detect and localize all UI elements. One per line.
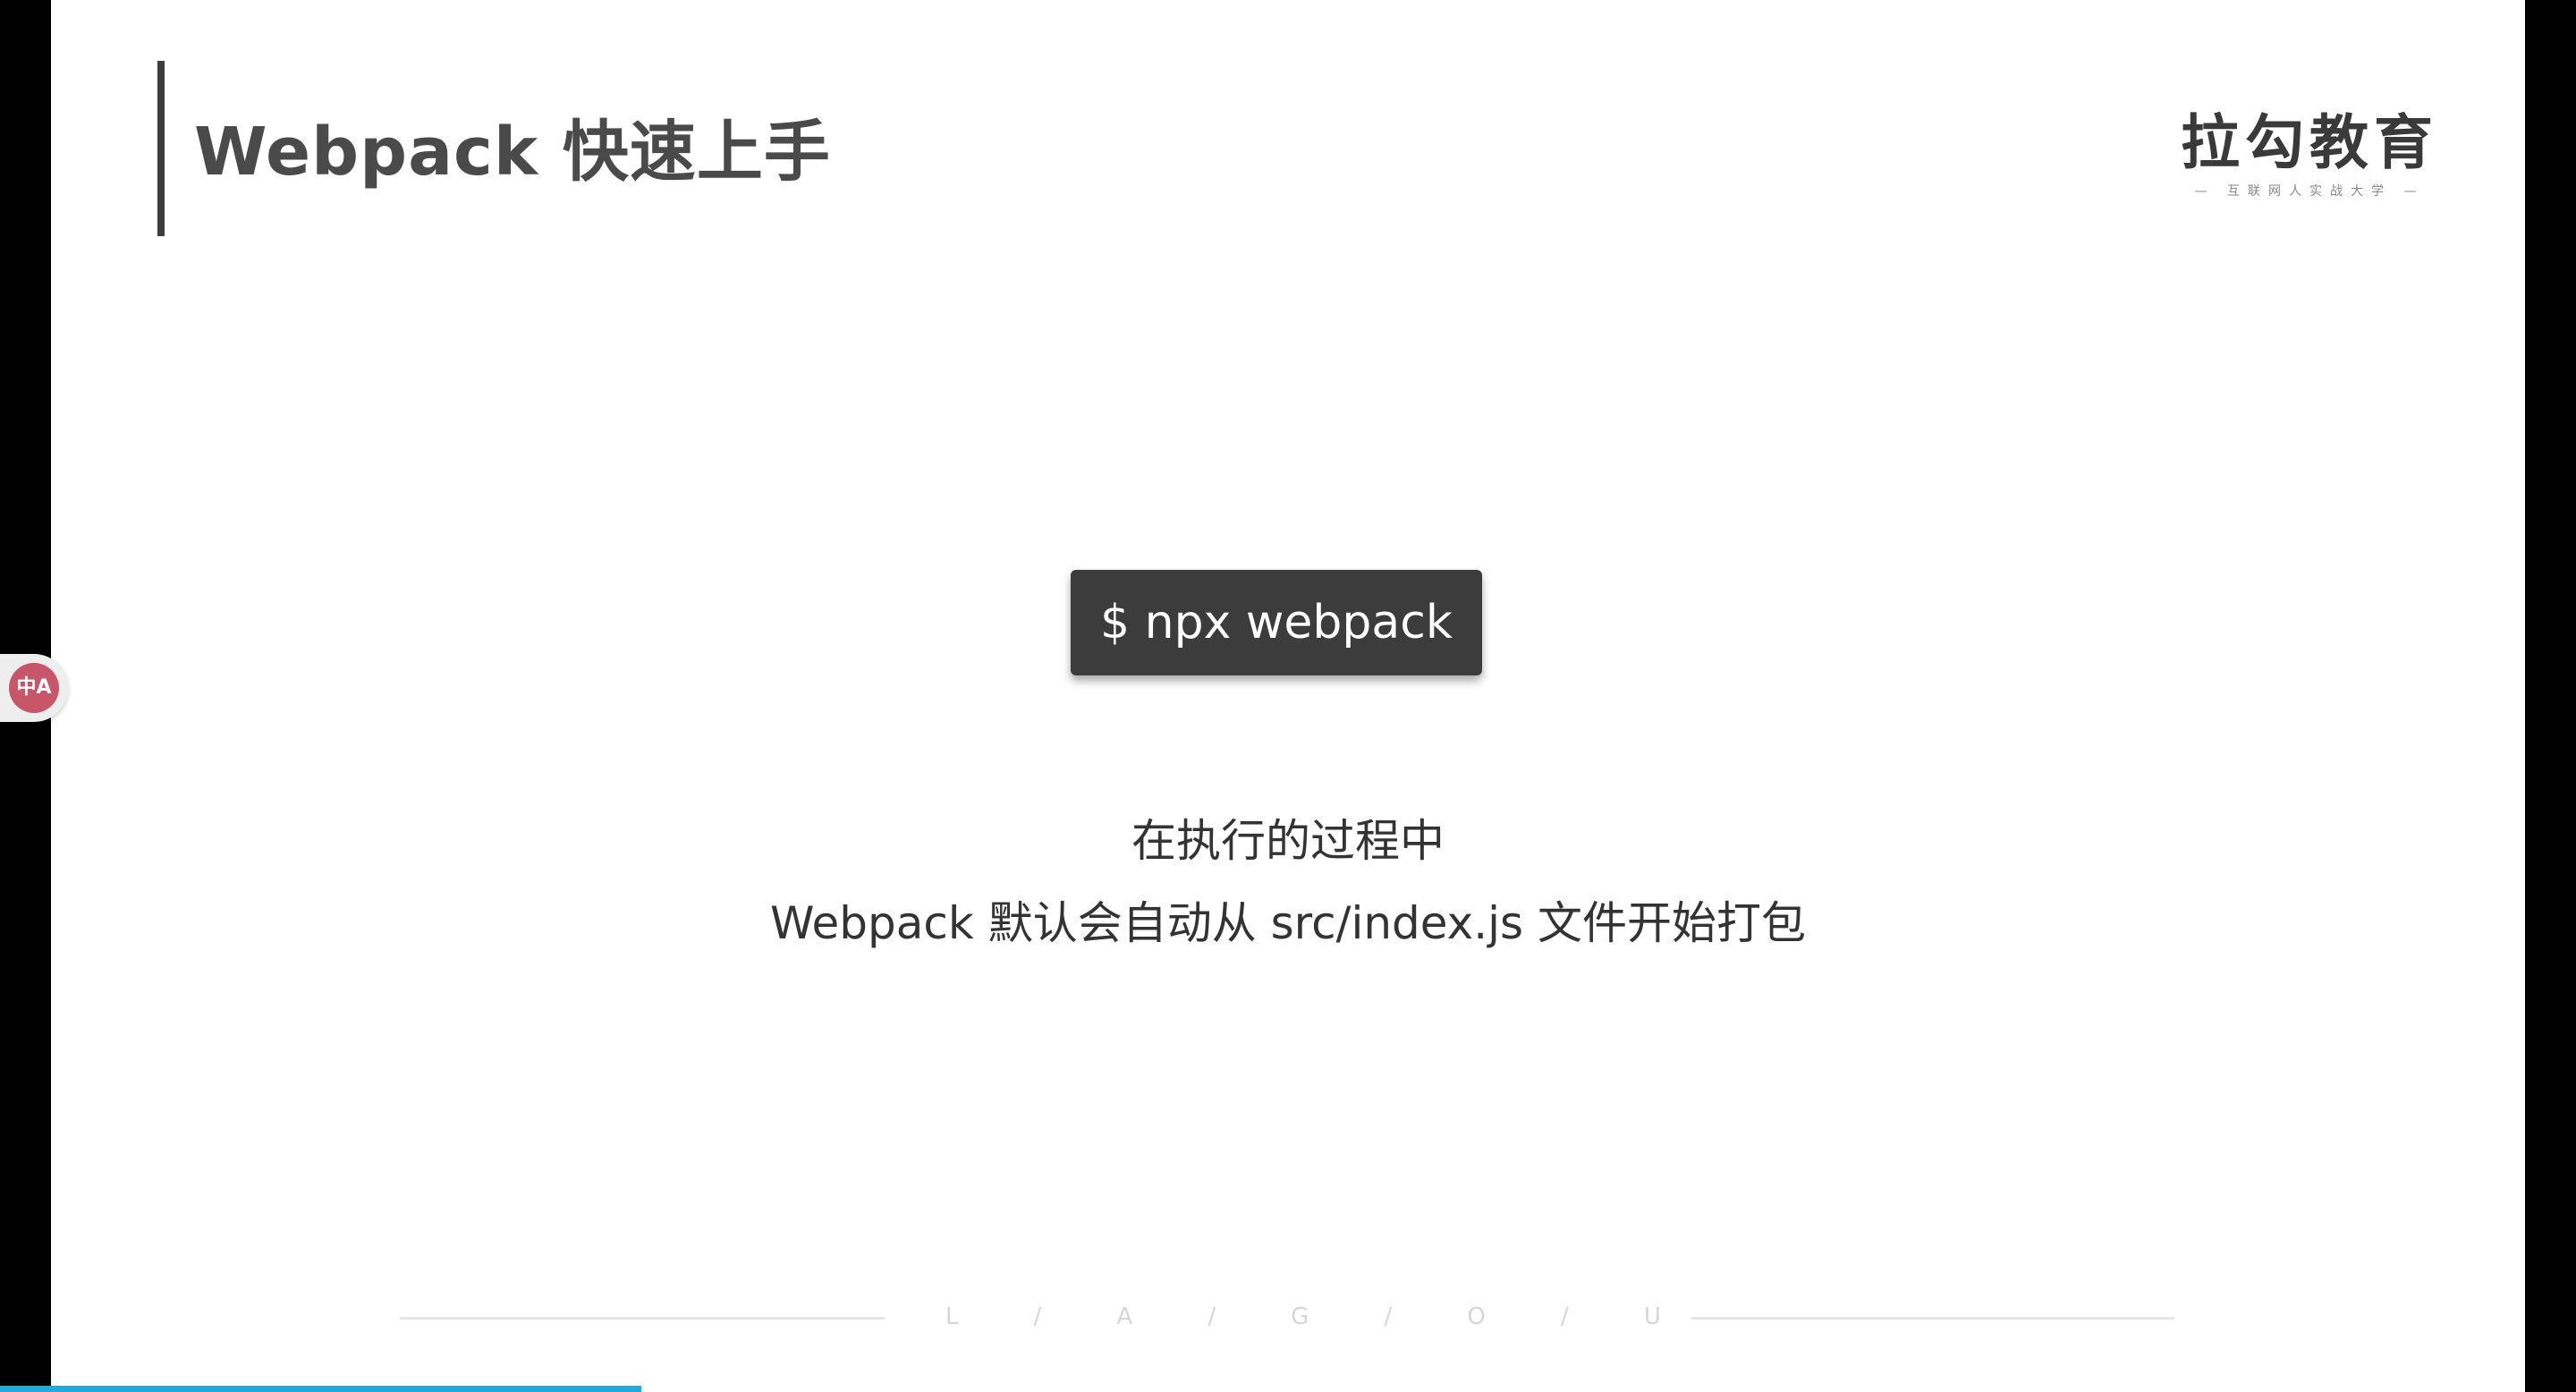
description-line-2: Webpack 默认会自动从 src/index.js 文件开始打包 [770, 897, 1806, 949]
brand-logo-text: 拉勾教育 [2181, 108, 2438, 177]
footer-separator: / [1033, 1303, 1042, 1330]
footer-separator: / [1560, 1303, 1569, 1330]
footer-separator: / [1384, 1303, 1393, 1330]
slide-title: Webpack 快速上手 [194, 114, 831, 191]
playback-progress-bar[interactable] [0, 1386, 2576, 1392]
translate-icon: 中A [9, 663, 59, 713]
footer-letter: L [945, 1303, 959, 1330]
title-accent-bar [157, 61, 165, 236]
footer-letter: A [1116, 1303, 1133, 1330]
brand-logo: 拉勾教育 — 互联网人实战大学 — [2180, 107, 2439, 206]
description-line-1: 在执行的过程中 [1131, 815, 1445, 867]
footer-separator: / [1208, 1303, 1216, 1330]
translate-button[interactable]: 中A [0, 654, 68, 722]
playback-progress-fill [0, 1386, 641, 1392]
brand-logo-tagline: — 互联网人实战大学 — [2194, 184, 2425, 199]
footer-letter: O [1467, 1303, 1486, 1330]
letterbox-right [2525, 0, 2576, 1392]
footer-letter: U [1643, 1303, 1661, 1330]
footer-divider-left [400, 1317, 885, 1320]
slide: Webpack 快速上手 拉勾教育 — 互联网人实战大学 — $ npx web… [51, 0, 2525, 1392]
command-block: $ npx webpack [1071, 570, 1482, 675]
footer-brand-letters: L / A / G / O / U [945, 1297, 1661, 1337]
footer-letter: G [1291, 1303, 1309, 1330]
footer-divider-right [1691, 1317, 2174, 1320]
